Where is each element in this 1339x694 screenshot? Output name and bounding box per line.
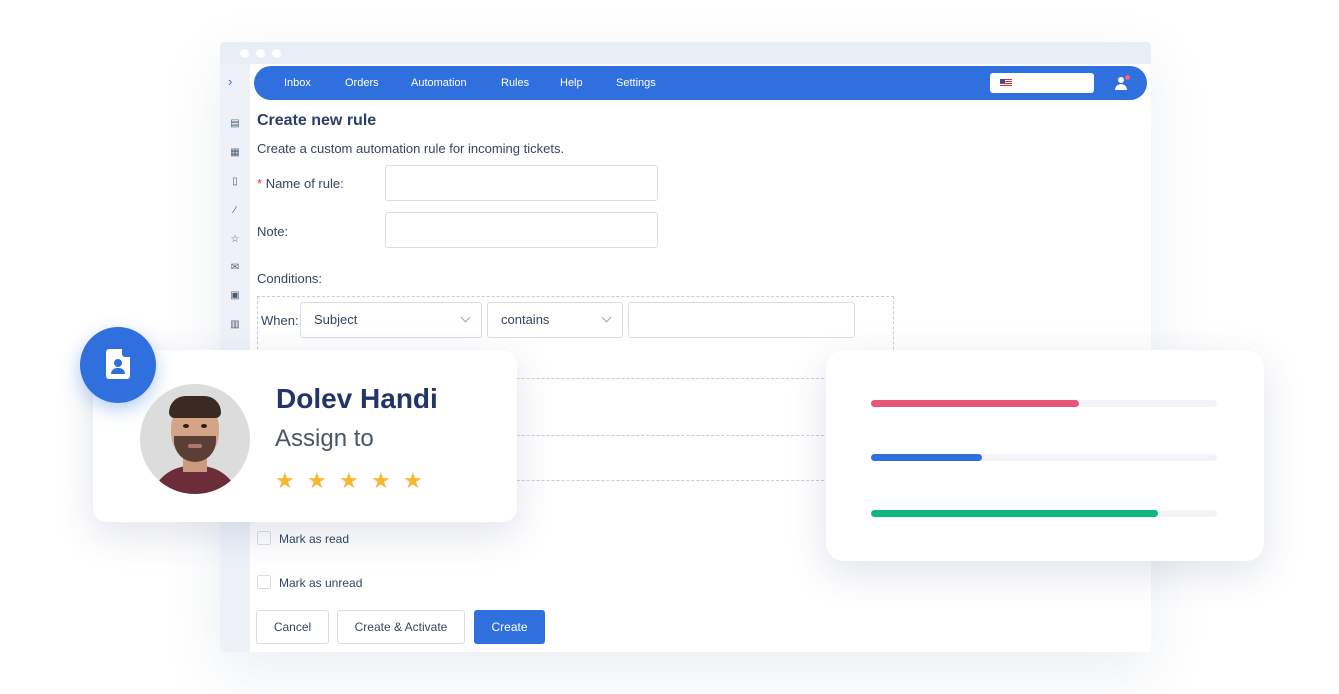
us-flag-icon [1000,79,1012,87]
rule-name-input[interactable] [385,165,658,201]
star-icon: ★ [339,468,359,493]
create-button[interactable]: Create [474,610,545,644]
progress-fill [871,454,982,461]
document-icon[interactable]: ▯ [229,176,241,188]
calendar-icon[interactable]: ▦ [229,147,241,159]
mark-as-read-checkbox[interactable] [257,531,271,545]
star-icon: ★ [403,468,423,493]
when-label: When: [261,313,299,328]
nav-rules[interactable]: Rules [501,66,529,100]
print-icon[interactable]: ▥ [229,319,241,331]
chevron-down-icon [601,312,612,323]
image-icon[interactable]: ▣ [229,290,241,302]
assignee-name: Dolev Handi [276,383,438,414]
star-icon[interactable]: ☆ [229,234,241,246]
name-of-rule-label: * Name of rule: [257,176,344,191]
note-label: Note: [257,224,289,239]
page-title: Create new rule [257,112,377,129]
nav-automation[interactable]: Automation [411,66,467,100]
top-navbar: Inbox Orders Automation Rules Help Setti… [254,66,1147,100]
progress-fill [871,400,1079,407]
window-dot-maximize[interactable] [272,49,281,58]
mark-as-read-label: Mark as read [279,532,350,546]
assign-badge [80,327,156,403]
window-titlebar [220,42,1151,64]
progress-fill [871,510,1158,517]
dashboard-icon[interactable]: ▤ [229,118,241,130]
mark-as-unread-checkbox[interactable] [257,575,271,589]
conditions-label: Conditions: [257,271,323,286]
user-document-icon [106,349,130,379]
user-account-icon[interactable] [1112,74,1130,92]
avatar [140,384,250,494]
note-input[interactable] [385,212,658,248]
nav-settings[interactable]: Settings [616,66,656,100]
progress-track [871,454,1217,461]
nav-help[interactable]: Help [560,66,583,100]
required-mark: * [257,176,263,191]
nav-inbox[interactable]: Inbox [284,66,311,100]
chevron-down-icon [460,312,471,323]
notification-dot [1125,75,1130,80]
condition-field-select[interactable]: Subject [300,302,482,338]
assign-subtitle: Assign to [275,425,374,452]
mark-as-unread-label: Mark as unread [279,576,363,590]
language-select[interactable] [990,73,1094,93]
star-icon: ★ [275,468,295,493]
star-icon: ★ [307,468,327,493]
mail-icon[interactable]: ✉ [229,262,241,274]
cancel-button[interactable]: Cancel [256,610,329,644]
progress-track [871,510,1217,517]
window-dot-minimize[interactable] [256,49,265,58]
window-dot-close[interactable] [240,49,249,58]
nav-orders[interactable]: Orders [345,66,379,100]
star-icon: ★ [371,468,391,493]
page-subtitle: Create a custom automation rule for inco… [257,141,565,156]
progress-track [871,400,1217,407]
pencil-icon[interactable]: ∕ [229,205,241,217]
create-activate-button[interactable]: Create & Activate [337,610,465,644]
condition-operator-select[interactable]: contains [487,302,623,338]
condition-value-input[interactable] [628,302,855,338]
sidebar-expand-icon[interactable]: › [228,74,232,89]
